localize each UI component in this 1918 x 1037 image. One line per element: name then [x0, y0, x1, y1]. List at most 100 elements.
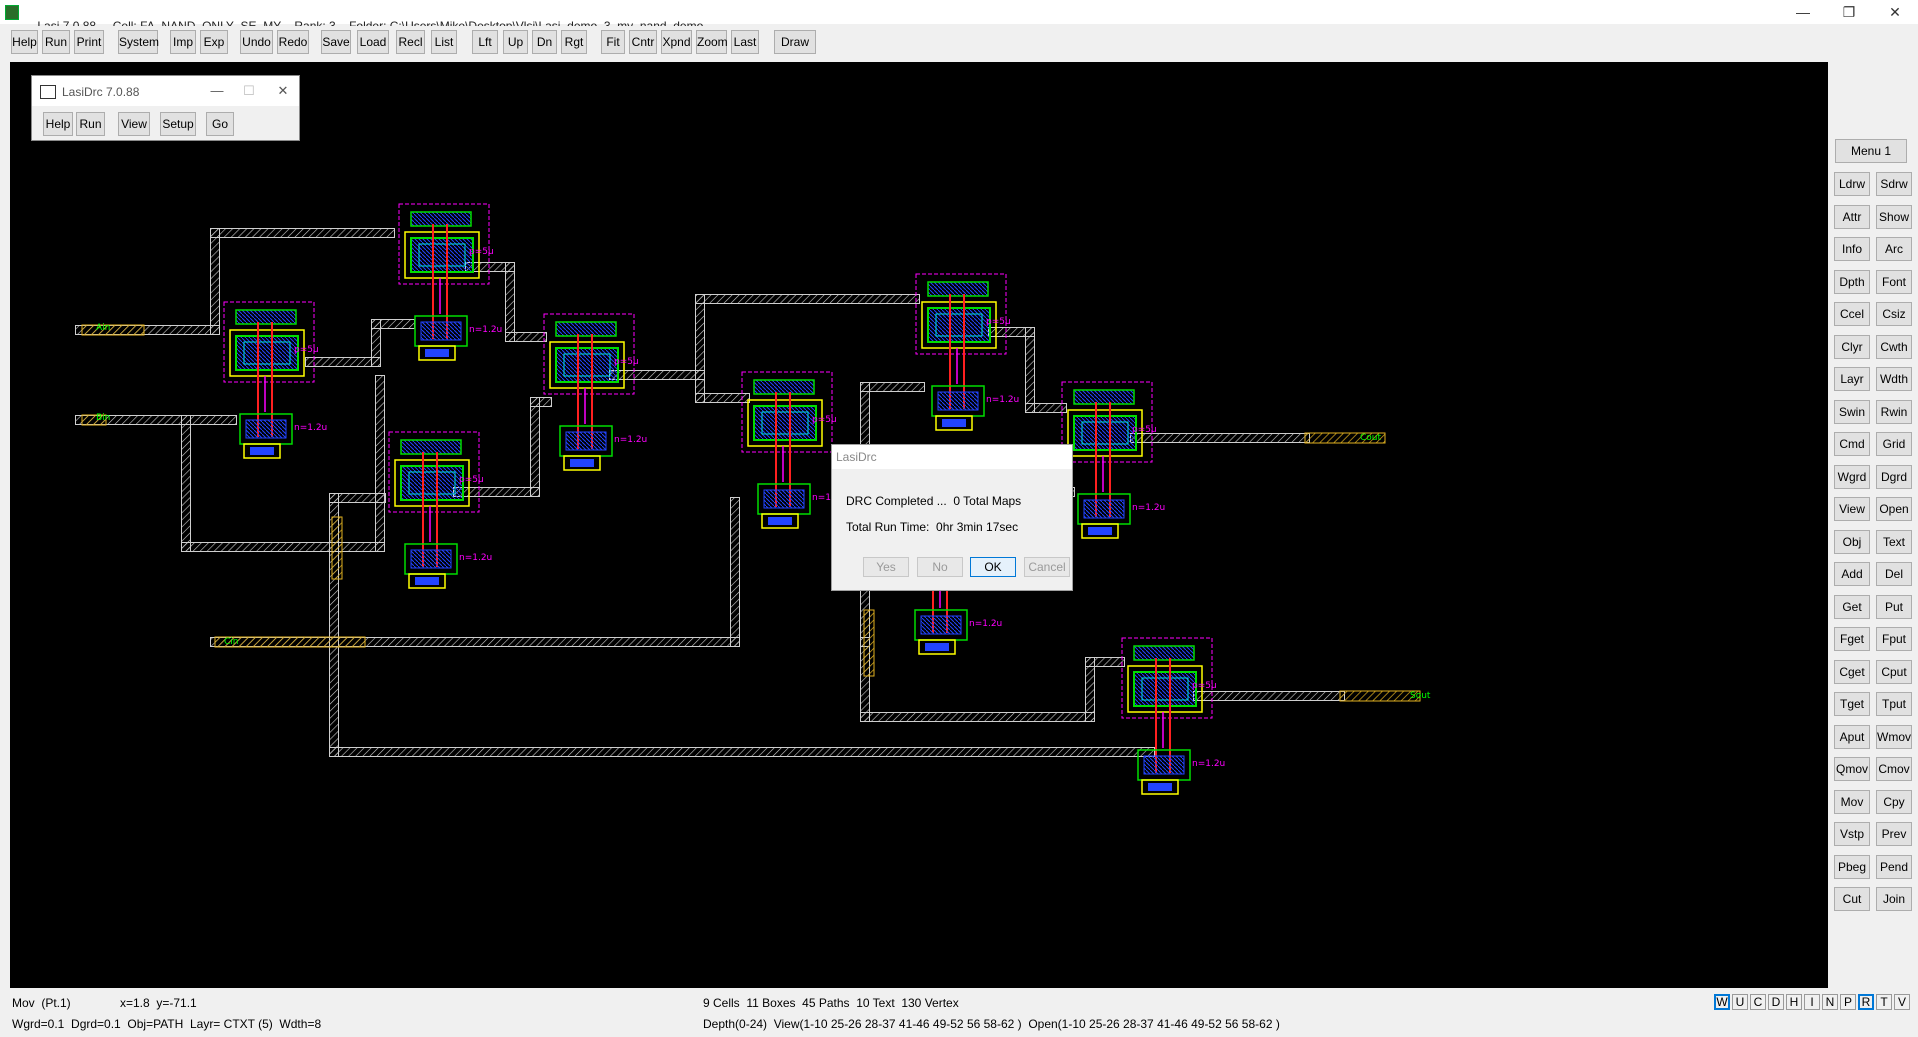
- layer-toggle-p[interactable]: P: [1840, 994, 1856, 1010]
- cmd-button-aput[interactable]: Aput: [1834, 724, 1870, 749]
- cmd-button-prev[interactable]: Prev: [1876, 822, 1912, 846]
- wire-n2-seg: [505, 262, 515, 342]
- cmd-button-wdth[interactable]: Wdth: [1876, 367, 1912, 391]
- cmd-button-fget[interactable]: Fget: [1834, 627, 1870, 651]
- center-button[interactable]: Cntr: [629, 30, 657, 54]
- drc-setup-button[interactable]: Setup: [160, 112, 196, 136]
- restore-button[interactable]: ❐: [1834, 2, 1864, 22]
- lasidrc-minimize-button[interactable]: —: [205, 82, 229, 100]
- cmd-button-grid[interactable]: Grid: [1876, 432, 1912, 456]
- cmd-button-layr[interactable]: Layr: [1834, 367, 1870, 391]
- cmd-button-swin[interactable]: Swin: [1834, 399, 1870, 424]
- layer-toggle-h[interactable]: H: [1786, 994, 1802, 1010]
- cmd-button-pend[interactable]: Pend: [1876, 854, 1912, 879]
- lasidrc-close-button[interactable]: ✕: [271, 82, 295, 100]
- pan-left-button[interactable]: Lft: [472, 30, 498, 54]
- layer-toggle-i[interactable]: I: [1804, 994, 1820, 1010]
- cmd-button-vstp[interactable]: Vstp: [1834, 822, 1870, 846]
- cmd-button-view[interactable]: View: [1834, 497, 1870, 521]
- cmd-button-mov[interactable]: Mov: [1834, 789, 1870, 814]
- cmd-button-sdrw[interactable]: Sdrw: [1876, 172, 1912, 196]
- pan-down-button[interactable]: Dn: [532, 30, 557, 54]
- cmd-button-cmd[interactable]: Cmd: [1834, 432, 1870, 456]
- pin-label-cout: Cout: [1360, 433, 1381, 443]
- cmd-button-qmov[interactable]: Qmov: [1834, 757, 1870, 781]
- cmd-button-cpy[interactable]: Cpy: [1876, 789, 1912, 814]
- drc-go-button[interactable]: Go: [206, 112, 234, 136]
- cmd-button-csiz[interactable]: Csiz: [1876, 302, 1912, 326]
- layer-toggle-n[interactable]: N: [1822, 994, 1838, 1010]
- cmd-button-rwin[interactable]: Rwin: [1876, 399, 1912, 424]
- ok-button[interactable]: OK: [970, 557, 1016, 577]
- cmd-button-obj[interactable]: Obj: [1834, 529, 1870, 554]
- cmd-button-wmov[interactable]: Wmov: [1876, 724, 1912, 749]
- recall-button[interactable]: Recl: [396, 30, 425, 54]
- cmd-button-ldrw[interactable]: Ldrw: [1834, 172, 1870, 196]
- fit-button[interactable]: Fit: [601, 30, 625, 54]
- print-button[interactable]: Print: [74, 30, 104, 54]
- cmd-button-attr[interactable]: Attr: [1834, 204, 1870, 229]
- cmd-button-cwth[interactable]: Cwth: [1876, 334, 1912, 359]
- save-button[interactable]: Save: [321, 30, 351, 54]
- cmd-button-cmov[interactable]: Cmov: [1876, 757, 1912, 781]
- cmd-button-pbeg[interactable]: Pbeg: [1834, 854, 1870, 879]
- expand-button[interactable]: Xpnd: [661, 30, 692, 54]
- last-view-button[interactable]: Last: [731, 30, 759, 54]
- cmd-button-show[interactable]: Show: [1876, 204, 1912, 229]
- help-button[interactable]: Help: [11, 30, 38, 54]
- list-button[interactable]: List: [431, 30, 457, 54]
- layer-toggle-v[interactable]: V: [1894, 994, 1910, 1010]
- cmd-button-cput[interactable]: Cput: [1876, 659, 1912, 684]
- drc-run-button[interactable]: Run: [76, 112, 105, 136]
- nand-gate-6-pmos: [927, 307, 991, 343]
- cmd-button-info[interactable]: Info: [1834, 237, 1870, 261]
- cmd-button-wgrd[interactable]: Wgrd: [1834, 464, 1870, 489]
- cmd-button-font[interactable]: Font: [1876, 269, 1912, 294]
- load-button[interactable]: Load: [357, 30, 389, 54]
- draw-button[interactable]: Draw: [774, 30, 816, 54]
- cmd-button-add[interactable]: Add: [1834, 562, 1870, 586]
- cmd-button-cget[interactable]: Cget: [1834, 659, 1870, 684]
- cmd-button-put[interactable]: Put: [1876, 594, 1912, 619]
- system-button[interactable]: System: [118, 30, 159, 54]
- layer-toggle-w[interactable]: W: [1714, 994, 1730, 1010]
- cmd-button-dgrd[interactable]: Dgrd: [1876, 464, 1912, 489]
- close-button[interactable]: ✕: [1880, 2, 1910, 22]
- cmd-button-ccel[interactable]: Ccel: [1834, 302, 1870, 326]
- minimize-button[interactable]: —: [1788, 2, 1818, 22]
- cmd-button-get[interactable]: Get: [1834, 594, 1870, 619]
- cmd-button-clyr[interactable]: Clyr: [1834, 334, 1870, 359]
- cmd-button-fput[interactable]: Fput: [1876, 627, 1912, 651]
- pin-vert-1: [331, 516, 343, 580]
- redo-button[interactable]: Redo: [277, 30, 309, 54]
- wire-n3-seg: [530, 397, 540, 497]
- menu-1-button[interactable]: Menu 1: [1835, 139, 1907, 163]
- drc-runtime: Total Run Time: 0hr 3min 17sec: [846, 520, 1019, 534]
- cmd-button-tget[interactable]: Tget: [1834, 692, 1870, 716]
- cmd-button-join[interactable]: Join: [1876, 887, 1912, 911]
- drc-help-button[interactable]: Help: [43, 112, 73, 136]
- export-button[interactable]: Exp: [200, 30, 228, 54]
- wire-n7-seg: [860, 382, 925, 392]
- layer-toggle-t[interactable]: T: [1876, 994, 1892, 1010]
- cmd-button-tput[interactable]: Tput: [1876, 692, 1912, 716]
- layer-toggle-u[interactable]: U: [1732, 994, 1748, 1010]
- cmd-button-text[interactable]: Text: [1876, 529, 1912, 554]
- pan-right-button[interactable]: Rgt: [561, 30, 587, 54]
- cmd-button-arc[interactable]: Arc: [1876, 237, 1912, 261]
- pan-up-button[interactable]: Up: [503, 30, 528, 54]
- layer-toggle-c[interactable]: C: [1750, 994, 1766, 1010]
- run-button[interactable]: Run: [42, 30, 70, 54]
- drc-view-button[interactable]: View: [118, 112, 150, 136]
- wire-n3-seg: [453, 487, 540, 497]
- layer-toggle-d[interactable]: D: [1768, 994, 1784, 1010]
- zoom-button[interactable]: Zoom: [696, 30, 728, 54]
- cmd-button-cut[interactable]: Cut: [1834, 887, 1870, 911]
- import-button[interactable]: Imp: [170, 30, 196, 54]
- cmd-button-del[interactable]: Del: [1876, 562, 1912, 586]
- undo-button[interactable]: Undo: [240, 30, 273, 54]
- nand-gate-2-pmos: [410, 237, 474, 273]
- cmd-button-open[interactable]: Open: [1876, 497, 1912, 521]
- layer-toggle-r[interactable]: R: [1858, 994, 1874, 1010]
- cmd-button-dpth[interactable]: Dpth: [1834, 269, 1870, 294]
